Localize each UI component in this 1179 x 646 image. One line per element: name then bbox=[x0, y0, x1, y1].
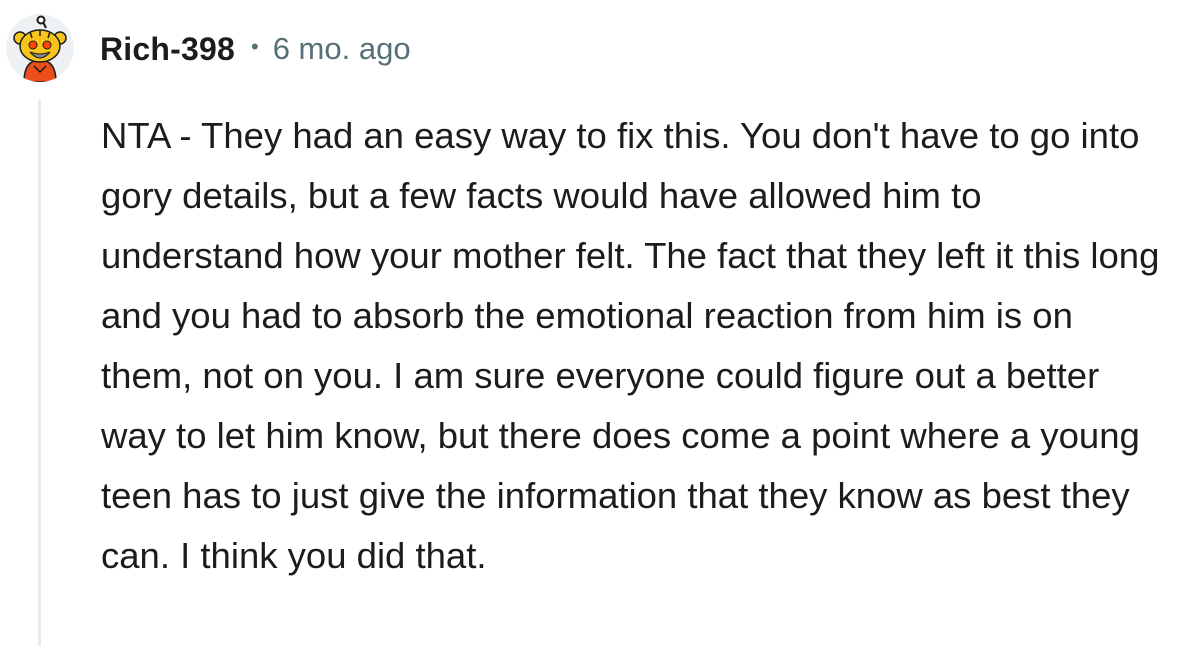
comment-body: NTA - They had an easy way to fix this. … bbox=[101, 115, 1160, 576]
comment-header: Rich-398 • 6 mo. ago bbox=[100, 24, 411, 74]
comment: Rich-398 • 6 mo. ago NTA - They had an e… bbox=[0, 0, 1179, 646]
timestamp[interactable]: 6 mo. ago bbox=[273, 31, 411, 67]
avatar[interactable] bbox=[6, 14, 74, 82]
thread-line[interactable] bbox=[38, 100, 41, 646]
username-link[interactable]: Rich-398 bbox=[100, 31, 235, 68]
snoo-avatar-icon bbox=[13, 15, 67, 82]
meta-separator: • bbox=[251, 34, 259, 59]
